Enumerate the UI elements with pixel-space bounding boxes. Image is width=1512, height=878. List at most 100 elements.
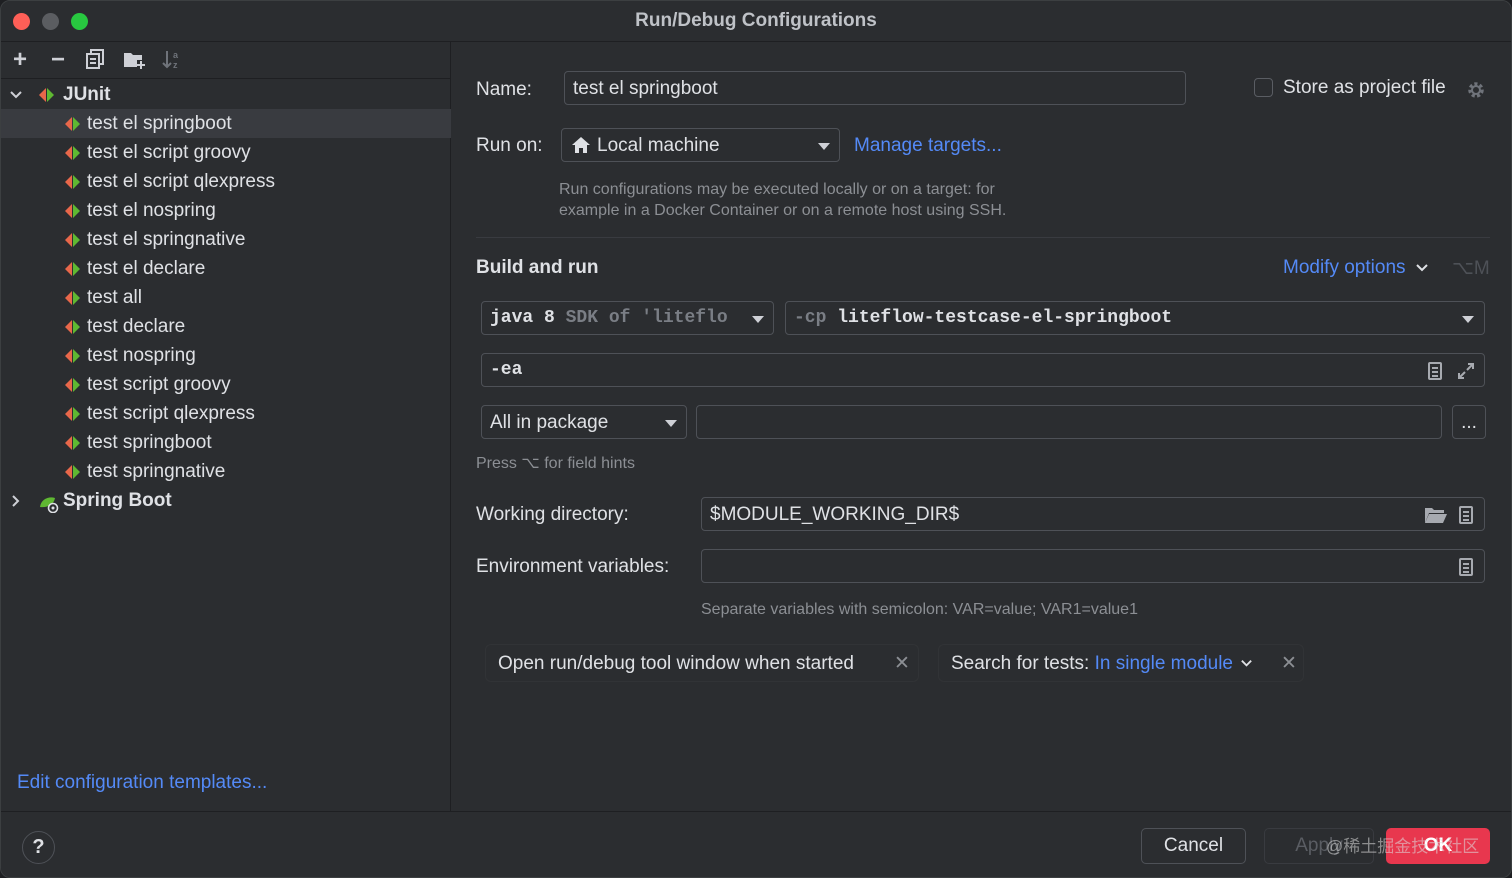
document-icon[interactable] <box>1428 362 1442 380</box>
browse-label: ... <box>1461 412 1477 433</box>
junit-test-icon <box>65 175 81 189</box>
store-as-project-file-checkbox[interactable] <box>1254 78 1273 97</box>
junit-test-icon <box>65 233 81 247</box>
svg-text:z: z <box>173 60 178 70</box>
junit-test-icon <box>65 407 81 421</box>
tree-item-label: test springboot <box>87 432 212 453</box>
run-on-hint-line-1: Run configurations may be executed local… <box>559 181 995 198</box>
option-chip-open-tool-window[interactable]: Open run/debug tool window when started … <box>485 644 919 682</box>
tree-item[interactable]: test el script qlexpress <box>1 167 451 196</box>
environment-variables-hint: Separate variables with semicolon: VAR=v… <box>701 601 1138 618</box>
tree-item[interactable]: test nospring <box>1 341 451 370</box>
tree-item-label: test el springnative <box>87 229 246 250</box>
new-folder-icon[interactable] <box>122 48 146 72</box>
environment-variables-label: Environment variables: <box>476 556 670 577</box>
tree-item[interactable]: test el declare <box>1 254 451 283</box>
classpath-module-dropdown[interactable]: -cp liteflow-testcase-el-springboot <box>785 301 1485 335</box>
configuration-editor: Name: test el springboot Store as projec… <box>452 42 1511 811</box>
tree-item[interactable]: test el script groovy <box>1 138 451 167</box>
run-on-dropdown[interactable]: Local machine <box>561 128 840 162</box>
junit-test-icon <box>65 320 81 334</box>
close-icon[interactable]: ✕ <box>1281 652 1297 675</box>
svg-text:a: a <box>173 50 179 60</box>
tree-item[interactable]: test el springboot <box>1 109 451 138</box>
junit-test-icon <box>65 146 81 160</box>
tree-item-label: test script qlexpress <box>87 403 255 424</box>
tree-item[interactable]: test script groovy <box>1 370 451 399</box>
tree-item-label: test el springboot <box>87 113 232 134</box>
package-field[interactable] <box>696 405 1442 439</box>
tree-item[interactable]: test springboot <box>1 428 451 457</box>
junit-test-icon <box>65 291 81 305</box>
configuration-tree: JUnit test el springboot test el script … <box>1 80 451 515</box>
expand-icon[interactable] <box>1456 361 1476 381</box>
gear-icon[interactable] <box>1465 79 1487 101</box>
name-field[interactable]: test el springboot <box>564 71 1186 105</box>
tree-item-label: test all <box>87 287 142 308</box>
classpath-module: liteflow-testcase-el-springboot <box>837 308 1173 328</box>
tree-group-junit[interactable]: JUnit <box>1 80 451 109</box>
junit-test-icon <box>65 465 81 479</box>
dropdown-arrow-icon <box>665 420 677 427</box>
run-on-value: Local machine <box>597 135 720 156</box>
field-hints-text: Press ⌥ for field hints <box>476 455 635 472</box>
junit-test-icon <box>65 117 81 131</box>
sdk-dropdown[interactable]: java 8 SDK of 'liteflo <box>481 301 774 335</box>
dialog-button-bar: ? Cancel Apply OK @稀土掘金技术社区 <box>1 811 1511 877</box>
tree-item-label: test el nospring <box>87 200 216 221</box>
classpath-value: -cp liteflow-testcase-el-springboot <box>794 308 1172 328</box>
tree-item-label: test el declare <box>87 258 206 279</box>
chevron-down-icon[interactable] <box>1240 657 1253 670</box>
tree-item[interactable]: test springnative <box>1 457 451 486</box>
tree-item-label: test springnative <box>87 461 226 482</box>
modify-options-link[interactable]: Modify options <box>1283 257 1429 279</box>
store-as-project-file-label: Store as project file <box>1283 77 1446 98</box>
document-icon[interactable] <box>1459 506 1473 524</box>
tree-item-label: test el script qlexpress <box>87 171 275 192</box>
environment-variables-field[interactable] <box>701 549 1485 583</box>
tree-group-spring-boot[interactable]: Spring Boot <box>1 486 451 515</box>
junit-test-icon <box>65 436 81 450</box>
tree-item-label: test script groovy <box>87 374 231 395</box>
tree-item[interactable]: test script qlexpress <box>1 399 451 428</box>
chevron-right-icon[interactable] <box>9 486 25 515</box>
tree-item[interactable]: test el springnative <box>1 225 451 254</box>
name-label: Name: <box>476 79 532 100</box>
folder-icon[interactable] <box>1424 506 1448 526</box>
working-directory-field[interactable]: $MODULE_WORKING_DIR$ <box>701 497 1485 531</box>
tree-item[interactable]: test declare <box>1 312 451 341</box>
close-icon[interactable]: ✕ <box>894 652 910 675</box>
spring-boot-icon <box>39 493 59 514</box>
cancel-button[interactable]: Cancel <box>1141 828 1246 864</box>
tree-item-label: test nospring <box>87 345 196 366</box>
tree-group-label: JUnit <box>63 84 111 105</box>
copy-icon[interactable] <box>84 48 108 72</box>
sort-icon[interactable]: az <box>160 48 184 72</box>
working-directory-value: $MODULE_WORKING_DIR$ <box>710 504 960 525</box>
option-chip-search-for-tests[interactable]: Search for tests: In single module ✕ <box>938 644 1304 682</box>
help-button[interactable]: ? <box>22 831 55 864</box>
vm-options-value: -ea <box>490 360 523 380</box>
chevron-down-icon[interactable] <box>9 80 25 109</box>
vm-options-field[interactable]: -ea <box>481 353 1485 387</box>
modify-options-shortcut: ⌥M <box>1452 258 1490 279</box>
watermark: @稀土掘金技术社区 <box>1326 837 1480 856</box>
browse-package-button[interactable]: ... <box>1452 405 1486 439</box>
minus-icon[interactable]: − <box>46 48 70 72</box>
name-value: test el springboot <box>573 78 718 99</box>
classpath-prefix: -cp <box>794 308 827 328</box>
chip-label: Open run/debug tool window when started <box>498 653 854 674</box>
edit-configuration-templates-link[interactable]: Edit configuration templates... <box>17 772 267 794</box>
plus-icon[interactable]: + <box>8 48 32 72</box>
working-directory-label: Working directory: <box>476 504 629 525</box>
manage-targets-link[interactable]: Manage targets... <box>854 135 1002 157</box>
sidebar-toolbar: + − az <box>1 42 451 79</box>
search-for-tests-value[interactable]: In single module <box>1095 653 1233 674</box>
test-kind-dropdown[interactable]: All in package <box>481 405 687 439</box>
test-kind-value: All in package <box>490 412 609 433</box>
tree-item[interactable]: test all <box>1 283 451 312</box>
junit-test-icon <box>65 262 81 276</box>
run-on-hint-line-2: example in a Docker Container or on a re… <box>559 202 1007 219</box>
document-icon[interactable] <box>1459 558 1473 576</box>
tree-item[interactable]: test el nospring <box>1 196 451 225</box>
